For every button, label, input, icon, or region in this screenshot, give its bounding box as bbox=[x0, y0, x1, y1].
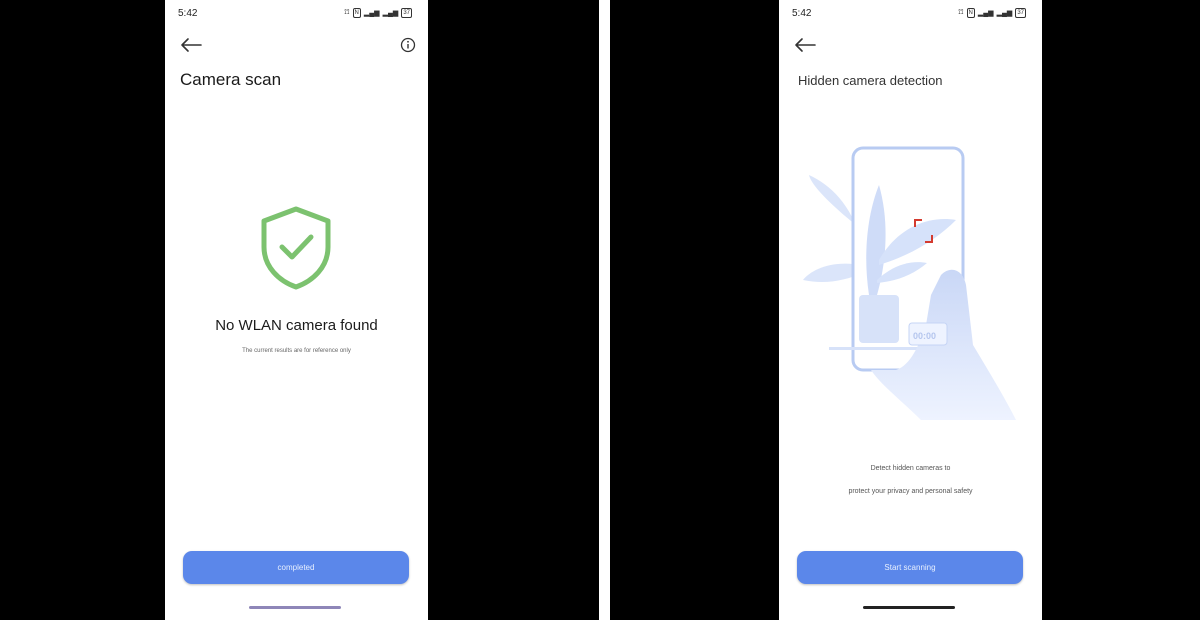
background-center-black bbox=[428, 0, 599, 620]
back-arrow-icon[interactable] bbox=[793, 36, 817, 54]
background-center-black-2 bbox=[610, 0, 779, 620]
battery-icon: 37 bbox=[401, 8, 412, 18]
left-phone-screen: 5:42 ⟟⟟ N ▂▄▆ ▂▄▆ 37 Camera scan No WLAN… bbox=[165, 0, 428, 614]
status-icons: ⟟⟟ N ▂▄▆ ▂▄▆ 37 bbox=[958, 8, 1026, 18]
description-line-2: protect your privacy and personal safety bbox=[848, 488, 973, 495]
home-indicator[interactable] bbox=[249, 606, 341, 609]
nfc-icon: ⟟⟟ bbox=[958, 9, 964, 16]
signal-icon-2: ▂▄▆ bbox=[996, 10, 1013, 17]
description-line-1: Detect hidden cameras to bbox=[870, 465, 951, 472]
page-title: Hidden camera detection bbox=[798, 73, 943, 88]
shield-check-icon bbox=[261, 206, 331, 290]
status-time: 5:42 bbox=[792, 8, 812, 19]
network-badge-icon: N bbox=[966, 8, 975, 18]
completed-button[interactable]: completed bbox=[183, 551, 409, 584]
battery-level: 37 bbox=[1017, 10, 1024, 16]
signal-icon: ▂▄▆ bbox=[363, 10, 380, 17]
signal-icon: ▂▄▆ bbox=[977, 10, 994, 17]
home-indicator[interactable] bbox=[863, 606, 955, 609]
battery-icon: 37 bbox=[1015, 8, 1026, 18]
nfc-icon: ⟟⟟ bbox=[344, 9, 350, 16]
phone-scan-illustration bbox=[803, 146, 1016, 420]
signal-icon-2: ▂▄▆ bbox=[382, 10, 399, 17]
network-badge-icon: N bbox=[352, 8, 361, 18]
background-right-black bbox=[1042, 0, 1200, 620]
scan-result-text: No WLAN camera found bbox=[215, 317, 378, 334]
info-icon[interactable] bbox=[400, 37, 416, 53]
status-icons: ⟟⟟ N ▂▄▆ ▂▄▆ 37 bbox=[344, 8, 412, 18]
page-title: Camera scan bbox=[180, 70, 282, 89]
back-arrow-icon[interactable] bbox=[179, 36, 203, 54]
status-bar: 5:42 ⟟⟟ N ▂▄▆ ▂▄▆ 37 bbox=[178, 8, 412, 22]
reference-note: The current results are for reference on… bbox=[242, 348, 351, 354]
battery-level: 37 bbox=[403, 10, 410, 16]
status-time: 5:42 bbox=[178, 8, 198, 19]
right-phone-screen: 5:42 ⟟⟟ N ▂▄▆ ▂▄▆ 37 Hidden camera detec… bbox=[779, 0, 1042, 614]
status-bar: 5:42 ⟟⟟ N ▂▄▆ ▂▄▆ 37 bbox=[792, 8, 1026, 22]
illustration-timer-label: 00:00 bbox=[913, 331, 937, 341]
background-left-black bbox=[0, 0, 165, 620]
start-scanning-button[interactable]: Start scanning bbox=[797, 551, 1023, 584]
